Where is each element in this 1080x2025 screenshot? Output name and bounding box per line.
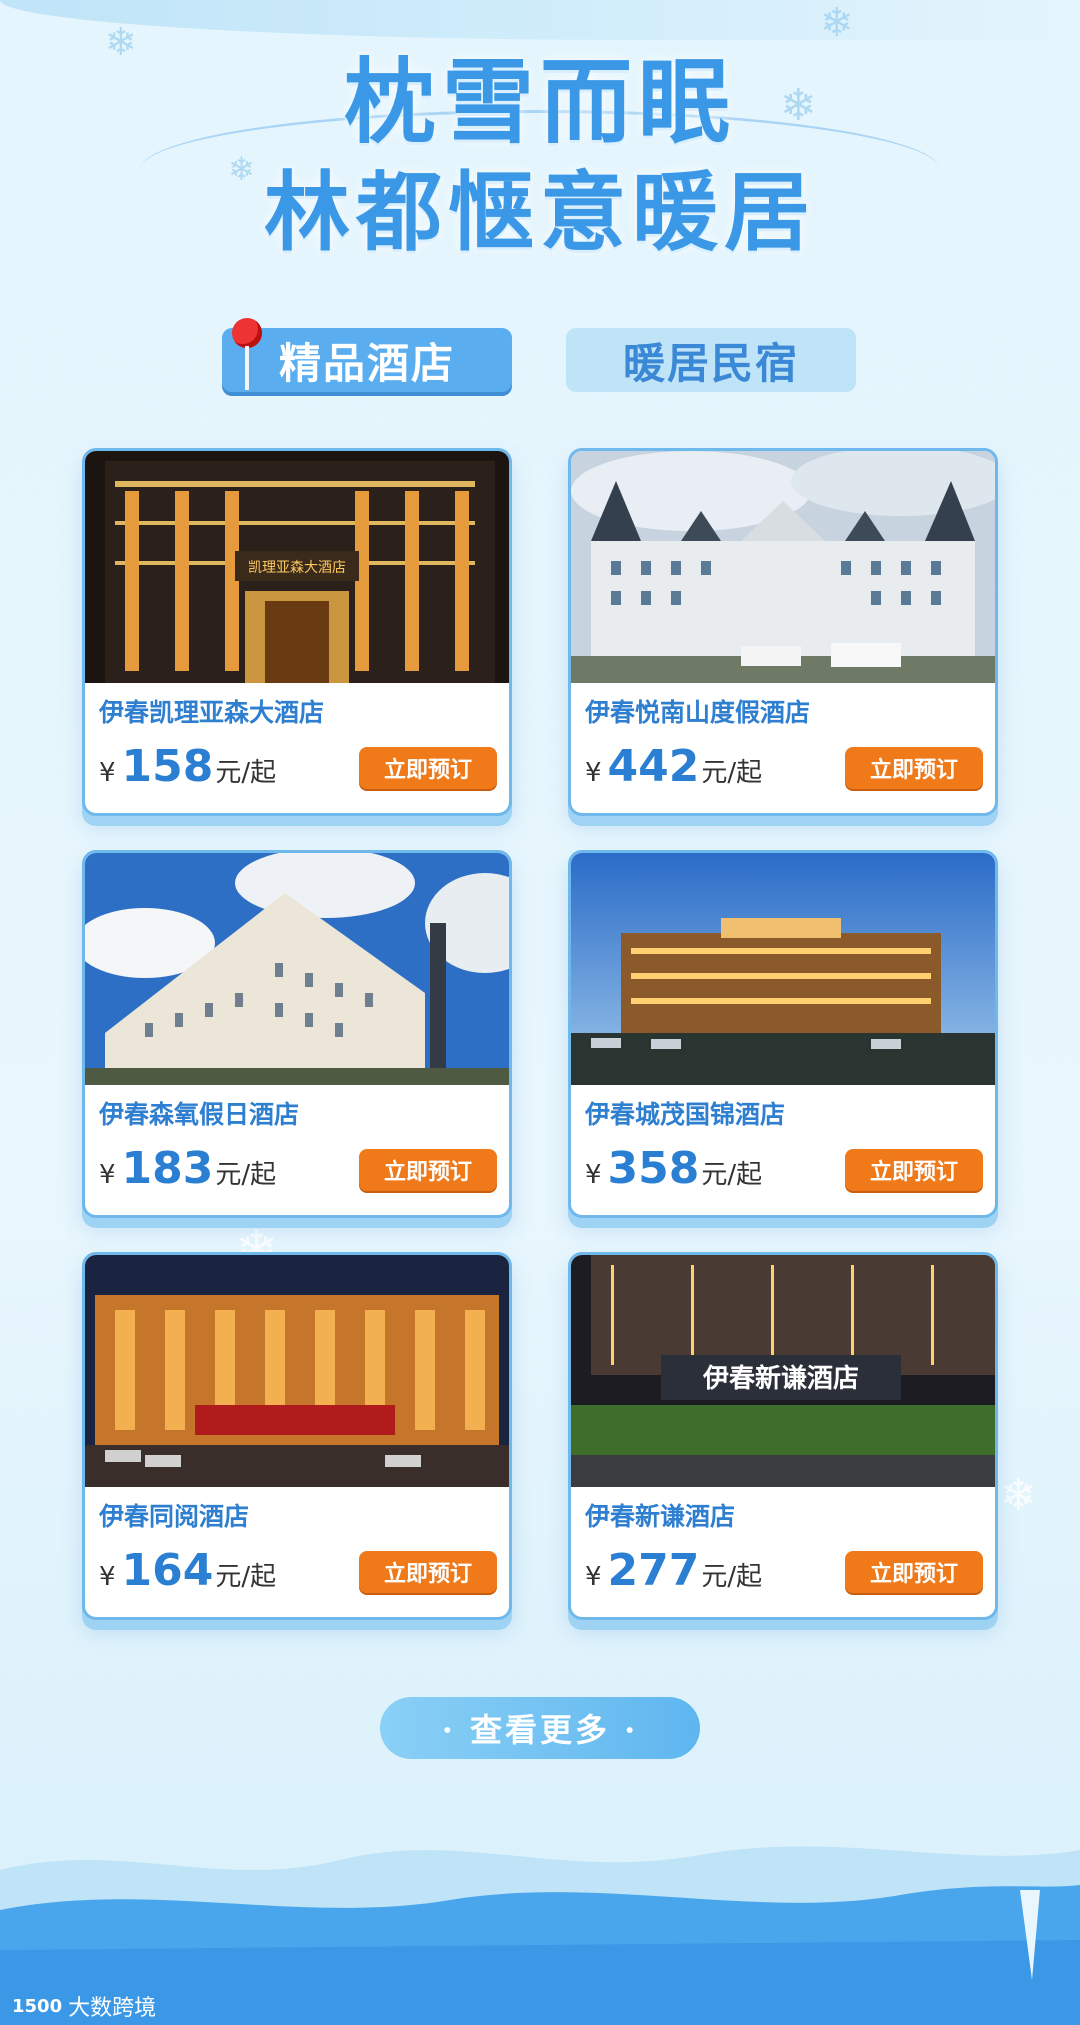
category-tabs: 精品酒店 暖居民宿	[0, 318, 1080, 398]
currency-symbol: ¥	[585, 1562, 602, 1592]
price-value: 442	[607, 741, 700, 792]
price-value: 183	[121, 1143, 214, 1194]
svg-text:凯理亚森大酒店: 凯理亚森大酒店	[248, 560, 346, 576]
price-unit: 元/起	[701, 758, 763, 788]
hotel-name: 伊春新谦酒店	[585, 1502, 736, 1531]
map-pin-icon	[232, 318, 262, 390]
hotel-name: 伊春城茂国锦酒店	[585, 1100, 786, 1129]
hotel-name: 伊春森氧假日酒店	[99, 1100, 300, 1129]
hotel-photo: 伊春新谦酒店	[571, 1255, 995, 1487]
hotel-photo	[85, 1255, 509, 1487]
hotel-photo	[85, 853, 509, 1085]
book-now-button[interactable]: 立即预订	[359, 1551, 497, 1593]
hotel-name: 伊春凯理亚森大酒店	[99, 698, 325, 727]
currency-symbol: ¥	[99, 758, 116, 788]
price-row: ¥ 158 元/起	[99, 741, 277, 792]
price-row: ¥ 277 元/起	[585, 1545, 763, 1596]
bottom-snow-decoration	[0, 1830, 1080, 2025]
hotel-card[interactable]: 伊春森氧假日酒店 ¥ 183 元/起 立即预订	[82, 850, 512, 1218]
price-unit: 元/起	[701, 1160, 763, 1190]
headline-line-1: 枕雪而眠	[343, 48, 736, 156]
hotel-card[interactable]: 凯理亚森大酒店 伊春凯理亚森大酒店 ¥ 158 元/起 立即预订	[82, 448, 512, 816]
hotel-card[interactable]: 伊春新谦酒店 伊春新谦酒店 ¥ 277 元/起 立即预订	[568, 1252, 998, 1620]
currency-symbol: ¥	[99, 1562, 116, 1592]
view-more-button[interactable]: · 查看更多 ·	[380, 1697, 700, 1759]
watermark: 1500 大数跨境	[12, 1990, 156, 2022]
tab-boutique-hotels[interactable]: 精品酒店	[222, 328, 512, 392]
currency-symbol: ¥	[585, 1160, 602, 1190]
hotel-name: 伊春悦南山度假酒店	[585, 698, 811, 727]
price-value: 277	[607, 1545, 700, 1596]
snowflake-icon: ❄	[1000, 1470, 1037, 1521]
price-unit: 元/起	[215, 1160, 277, 1190]
svg-text:伊春新谦酒店: 伊春新谦酒店	[702, 1363, 859, 1394]
price-unit: 元/起	[215, 1562, 277, 1592]
hotel-name: 伊春同阅酒店	[99, 1502, 250, 1531]
price-value: 158	[121, 741, 214, 792]
watermark-logo: 1500	[12, 1995, 63, 2017]
book-now-button[interactable]: 立即预订	[845, 1551, 983, 1593]
headline: 枕雪而眠 林都惬意暖居	[0, 48, 1080, 263]
price-unit: 元/起	[701, 1562, 763, 1592]
price-row: ¥ 442 元/起	[585, 741, 763, 792]
price-value: 358	[607, 1143, 700, 1194]
snowflake-icon: ❄	[820, 0, 854, 46]
hotel-card[interactable]: 伊春悦南山度假酒店 ¥ 442 元/起 立即预订	[568, 448, 998, 816]
price-unit: 元/起	[215, 758, 277, 788]
book-now-button[interactable]: 立即预订	[845, 747, 983, 789]
price-row: ¥ 358 元/起	[585, 1143, 763, 1194]
headline-line-2: 林都惬意暖居	[264, 161, 816, 263]
watermark-text: 大数跨境	[68, 1996, 157, 2021]
top-decoration	[0, 0, 1080, 40]
hotel-photo	[571, 853, 995, 1085]
currency-symbol: ¥	[585, 758, 602, 788]
currency-symbol: ¥	[99, 1160, 116, 1190]
hotel-photo: 凯理亚森大酒店	[85, 451, 509, 683]
book-now-button[interactable]: 立即预订	[359, 1149, 497, 1191]
book-now-button[interactable]: 立即预订	[359, 747, 497, 789]
price-row: ¥ 164 元/起	[99, 1545, 277, 1596]
price-value: 164	[121, 1545, 214, 1596]
tab-homestays[interactable]: 暖居民宿	[566, 328, 856, 392]
hotel-card[interactable]: 伊春城茂国锦酒店 ¥ 358 元/起 立即预订	[568, 850, 998, 1218]
price-row: ¥ 183 元/起	[99, 1143, 277, 1194]
hotel-photo	[571, 451, 995, 683]
book-now-button[interactable]: 立即预订	[845, 1149, 983, 1191]
hotel-card[interactable]: 伊春同阅酒店 ¥ 164 元/起 立即预订	[82, 1252, 512, 1620]
